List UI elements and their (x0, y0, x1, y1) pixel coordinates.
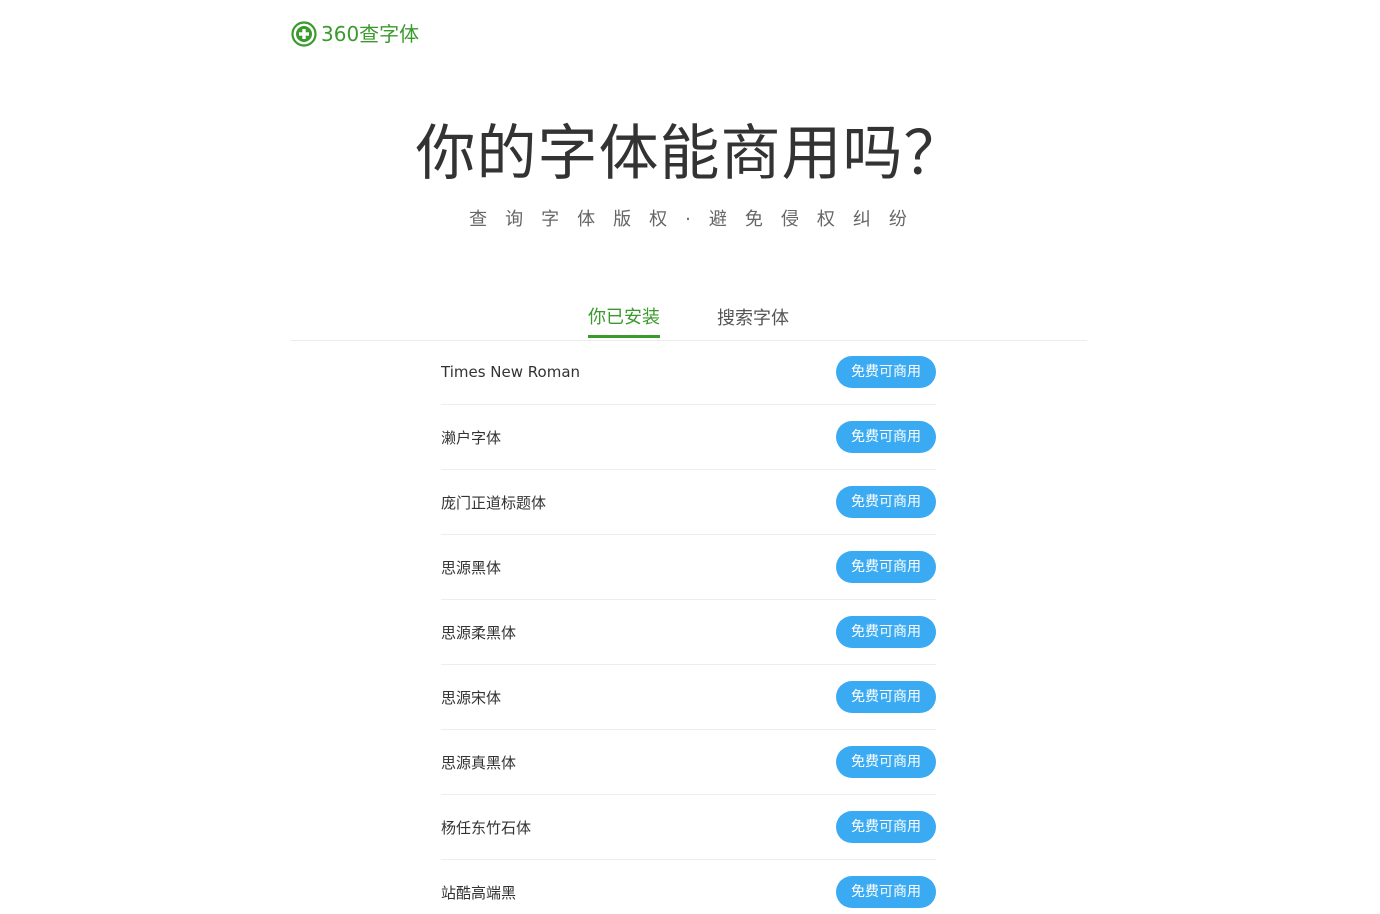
font-row: 站酷高端黑 免费可商用 (441, 860, 936, 914)
license-badge[interactable]: 免费可商用 (836, 681, 936, 713)
logo-text: 360查字体 (321, 22, 420, 46)
font-name: 思源黑体 (441, 558, 502, 577)
font-row: 思源宋体 免费可商用 (441, 665, 936, 730)
page-subtitle: 查询字体版权·避免侵权纠纷 (469, 209, 925, 230)
font-name: 思源宋体 (441, 688, 502, 707)
font-name: 思源柔黑体 (441, 623, 517, 642)
license-badge[interactable]: 免费可商用 (836, 616, 936, 648)
license-badge[interactable]: 免费可商用 (836, 421, 936, 453)
font-name: 杨任东竹石体 (441, 818, 532, 837)
tab-search-fonts[interactable]: 搜索字体 (717, 300, 789, 338)
license-badge[interactable]: 免费可商用 (836, 486, 936, 518)
font-name: 濑户字体 (441, 428, 502, 447)
tab-bar: 你已安装 搜索字体 (291, 290, 1087, 341)
font-name: 庞门正道标题体 (441, 493, 547, 512)
license-badge[interactable]: 免费可商用 (836, 811, 936, 843)
font-row: 思源柔黑体 免费可商用 (441, 600, 936, 665)
license-badge[interactable]: 免费可商用 (836, 551, 936, 583)
logo-link[interactable]: 360查字体 (291, 20, 419, 48)
font-list: Times New Roman 免费可商用 濑户字体 免费可商用 庞门正道标题体… (441, 340, 936, 914)
font-name: 站酷高端黑 (441, 883, 517, 902)
font-name: 思源真黑体 (441, 753, 517, 772)
license-badge[interactable]: 免费可商用 (836, 746, 936, 778)
page-title: 你的字体能商用吗？ (415, 119, 965, 189)
font-row: Times New Roman 免费可商用 (441, 340, 936, 405)
font-row: 庞门正道标题体 免费可商用 (441, 470, 936, 535)
license-badge[interactable]: 免费可商用 (836, 876, 936, 908)
page: 360查字体 你的字体能商用吗？ 查询字体版权·避免侵权纠纷 你已安装 搜索字体… (0, 0, 1380, 914)
license-badge[interactable]: 免费可商用 (836, 356, 936, 388)
tab-installed[interactable]: 你已安装 (588, 300, 660, 338)
plus-circle-icon (291, 21, 317, 47)
font-row: 濑户字体 免费可商用 (441, 405, 936, 470)
font-name: Times New Roman (441, 363, 581, 381)
font-row: 思源黑体 免费可商用 (441, 535, 936, 600)
font-row: 杨任东竹石体 免费可商用 (441, 795, 936, 860)
font-row: 思源真黑体 免费可商用 (441, 730, 936, 795)
